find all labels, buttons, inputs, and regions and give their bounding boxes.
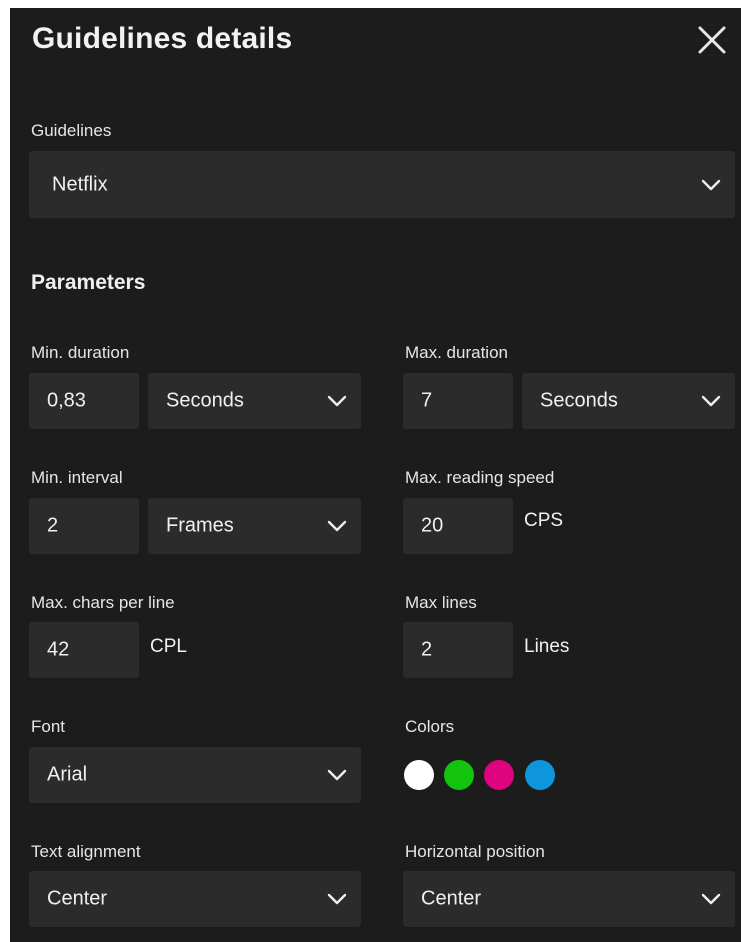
guidelines-value: Netflix xyxy=(52,173,108,195)
min-duration-unit: Seconds xyxy=(166,389,244,412)
font-select[interactable]: Arial xyxy=(29,747,361,803)
color-swatch-green[interactable] xyxy=(444,760,474,790)
text-alignment-value: Center xyxy=(47,887,108,910)
min-duration-label: Min. duration xyxy=(31,343,130,362)
max-reading-speed-input[interactable]: 20 xyxy=(403,498,513,554)
chevron-down-icon xyxy=(701,179,721,191)
max-lines-unit: Lines xyxy=(524,636,570,657)
guidelines-details-panel: Guidelines details Guidelines Netflix Pa… xyxy=(10,8,741,942)
close-icon xyxy=(696,24,728,56)
color-swatch-white[interactable] xyxy=(404,760,434,790)
text-alignment-label: Text alignment xyxy=(31,842,141,861)
min-interval-unit-select[interactable]: Frames xyxy=(148,498,361,554)
min-interval-label: Min. interval xyxy=(31,468,123,487)
min-duration-unit-select[interactable]: Seconds xyxy=(148,373,361,429)
max-chars-per-line-input[interactable]: 42 xyxy=(29,622,139,678)
max-duration-value: 7 xyxy=(421,389,433,412)
guidelines-select[interactable]: Netflix xyxy=(29,151,735,218)
max-chars-per-line-value: 42 xyxy=(47,638,70,661)
chevron-down-icon xyxy=(327,893,347,905)
parameters-title: Parameters xyxy=(31,271,146,294)
max-duration-label: Max. duration xyxy=(405,343,508,362)
max-duration-unit-select[interactable]: Seconds xyxy=(522,373,735,429)
font-label: Font xyxy=(31,717,66,736)
guidelines-label: Guidelines xyxy=(31,121,112,140)
chevron-down-icon xyxy=(701,395,721,407)
color-swatch-magenta[interactable] xyxy=(484,760,514,790)
panel-title: Guidelines details xyxy=(32,22,293,55)
max-lines-label: Max lines xyxy=(405,593,477,612)
min-duration-value: 0,83 xyxy=(47,389,86,412)
max-duration-unit: Seconds xyxy=(540,389,618,412)
max-lines-value: 2 xyxy=(421,638,433,661)
horizontal-position-select[interactable]: Center xyxy=(403,871,735,927)
close-button[interactable] xyxy=(696,24,728,56)
chevron-down-icon xyxy=(327,520,347,532)
max-reading-speed-unit: CPS xyxy=(524,510,564,531)
max-duration-input[interactable]: 7 xyxy=(403,373,513,429)
max-reading-speed-label: Max. reading speed xyxy=(405,468,555,487)
max-lines-input[interactable]: 2 xyxy=(403,622,513,678)
chevron-down-icon xyxy=(327,769,347,781)
color-swatch-blue[interactable] xyxy=(525,760,555,790)
min-interval-value: 2 xyxy=(47,514,59,537)
chevron-down-icon xyxy=(327,395,347,407)
max-reading-speed-value: 20 xyxy=(421,514,444,537)
max-chars-per-line-unit: CPL xyxy=(150,636,187,657)
min-interval-unit: Frames xyxy=(166,514,234,537)
max-chars-per-line-label: Max. chars per line xyxy=(31,593,175,612)
horizontal-position-label: Horizontal position xyxy=(405,842,545,861)
horizontal-position-value: Center xyxy=(421,887,482,910)
min-duration-input[interactable]: 0,83 xyxy=(29,373,139,429)
colors-label: Colors xyxy=(405,717,455,736)
chevron-down-icon xyxy=(701,893,721,905)
text-alignment-select[interactable]: Center xyxy=(29,871,361,927)
min-interval-input[interactable]: 2 xyxy=(29,498,139,554)
font-value: Arial xyxy=(47,763,88,786)
